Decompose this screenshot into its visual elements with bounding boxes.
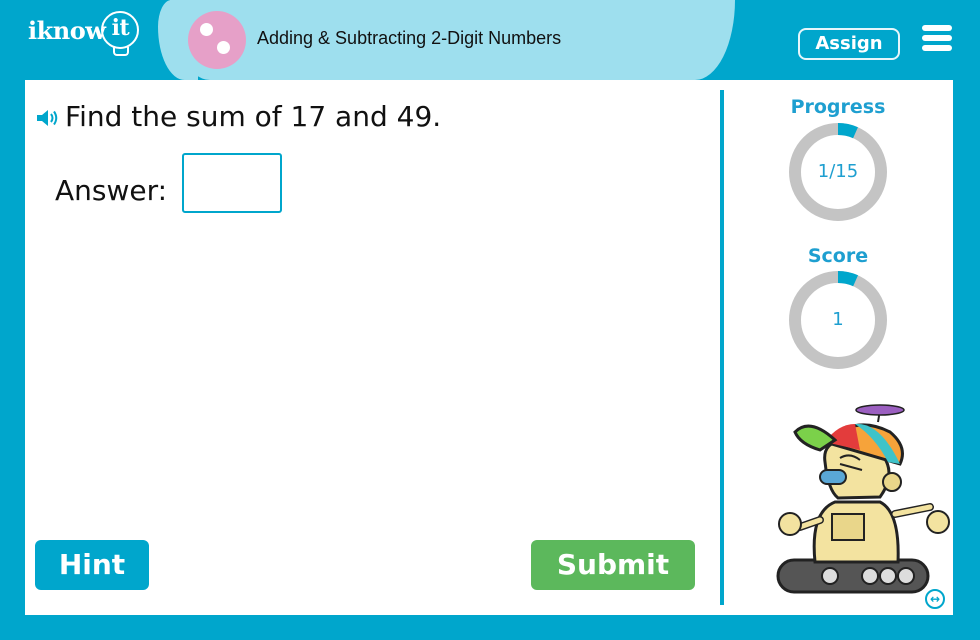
- topic-title: Adding & Subtracting 2-Digit Numbers: [257, 28, 562, 48]
- question: Find the sum of 17 and 49.: [35, 100, 441, 133]
- logo-bulb-text: it: [111, 14, 130, 41]
- assign-button[interactable]: Assign: [798, 28, 900, 60]
- iknowit-logo[interactable]: iknow it: [28, 10, 140, 56]
- logo-text: iknow: [28, 16, 106, 45]
- answer-label: Answer:: [55, 174, 168, 207]
- score-label: Score: [807, 245, 869, 267]
- progress-label: Progress: [790, 96, 886, 118]
- header: iknow it Adding & Subtracting 2-Digit Num…: [0, 0, 980, 80]
- topic-two-dots-icon: [188, 11, 246, 69]
- hamburger-menu-icon[interactable]: [922, 25, 952, 53]
- submit-button[interactable]: Submit: [531, 540, 695, 590]
- score-value: 1: [832, 309, 844, 330]
- topic-title-bar: Adding & Subtracting 2-Digit Numbers: [158, 0, 735, 80]
- question-text: Find the sum of 17 and 49.: [65, 100, 442, 133]
- speaker-icon[interactable]: [35, 107, 61, 129]
- main-panel: Find the sum of 17 and 49. Answer: Hint …: [25, 80, 953, 615]
- progress-value: 1/15: [817, 161, 859, 182]
- robot-mascot-image: [776, 404, 950, 594]
- lightbulb-icon: it: [101, 10, 140, 56]
- answer-input[interactable]: [182, 153, 282, 213]
- hint-button[interactable]: Hint: [35, 540, 149, 590]
- panel-divider: [720, 90, 724, 605]
- expand-horizontal-icon[interactable]: ↔: [925, 589, 945, 609]
